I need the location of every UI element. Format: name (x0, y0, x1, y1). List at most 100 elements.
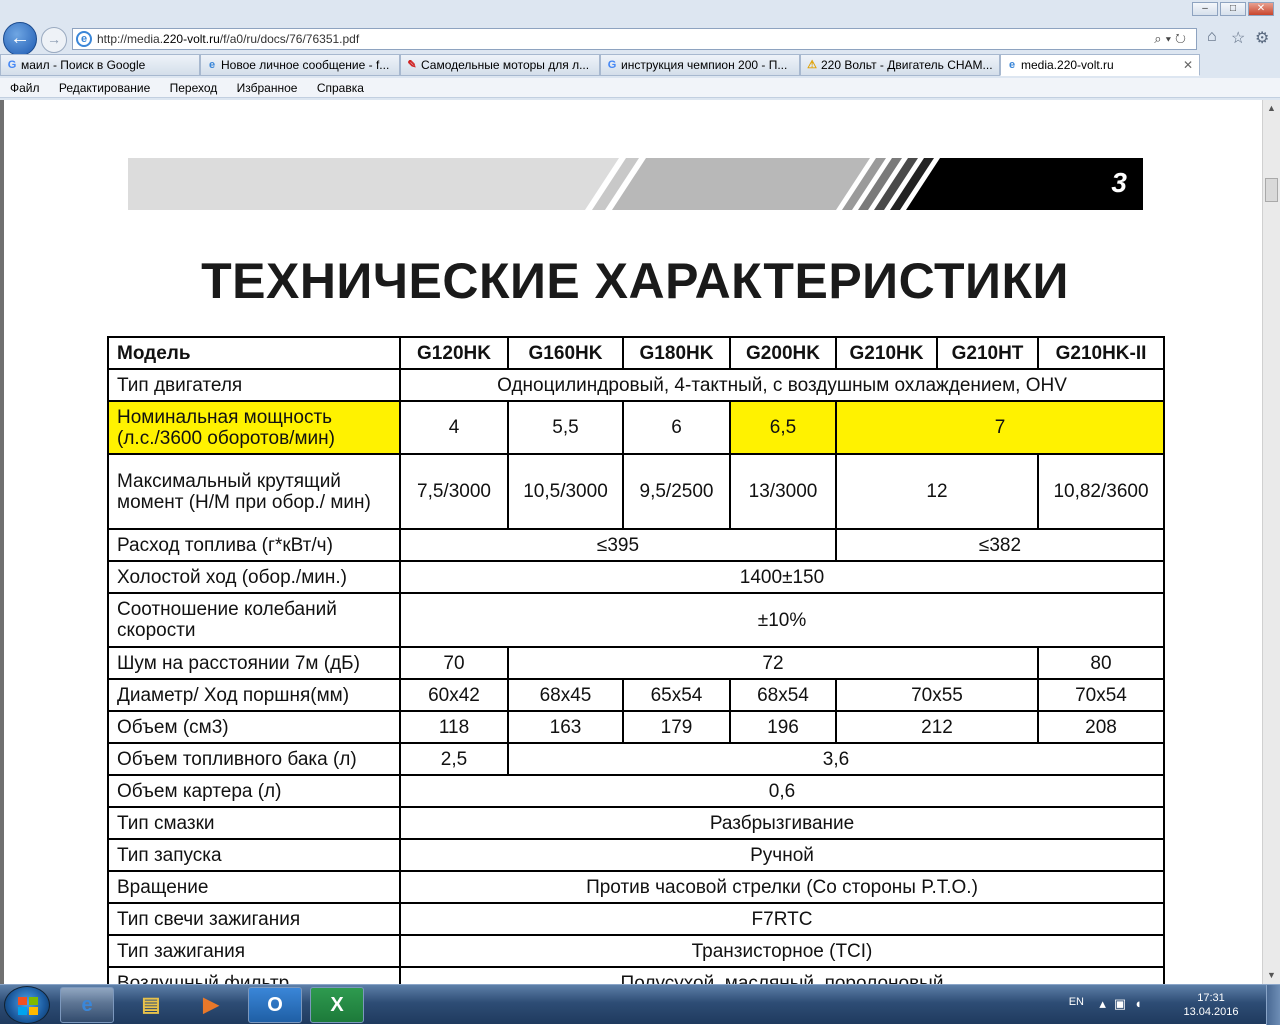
url-path: /f/a0/ru/docs/76/76351.pdf (219, 32, 360, 46)
scroll-thumb[interactable] (1265, 178, 1278, 202)
cell-value: 163 (507, 710, 624, 744)
cell-value: 9,5/2500 (622, 453, 731, 530)
forward-button[interactable]: → (41, 27, 67, 53)
table-header-row: Модель G120HK G160HK G180HK G200HK G210H… (107, 336, 1165, 370)
row-label: Тип смазки (107, 806, 401, 840)
refresh-icon[interactable]: ↻ (1175, 31, 1190, 46)
cell-value: 10,82/3600 (1037, 453, 1165, 530)
tab-homemade-motors[interactable]: ✎ Самодельные моторы для л... (400, 54, 600, 76)
close-tab-icon[interactable]: ✕ (1183, 55, 1193, 75)
ie-page-icon: e (1008, 59, 1016, 71)
table-row: Максимальный крутящий момент (Н/М при об… (107, 453, 1165, 530)
header-model-label: Модель (107, 336, 401, 370)
maximize-button[interactable]: □ (1220, 2, 1246, 16)
cell-value: F7RTC (399, 902, 1165, 936)
row-label: Тип зажигания (107, 934, 401, 968)
settings-gear-icon[interactable]: ⚙ (1255, 28, 1269, 48)
cell-value: Разбрызгивание (399, 806, 1165, 840)
home-icon[interactable]: ⌂ (1207, 28, 1217, 46)
start-button[interactable] (4, 986, 50, 1024)
row-label: Воздушный фильтр (107, 966, 401, 984)
cell-value: 6 (622, 400, 731, 455)
row-label: Диаметр/ Ход поршня(мм) (107, 678, 401, 712)
browser-chrome: – □ ✕ ← → e http://media.220-volt.ru/f/a… (0, 0, 1280, 100)
cell-value: 12 (835, 453, 1039, 530)
close-window-button[interactable]: ✕ (1248, 2, 1274, 16)
favorites-star-icon[interactable]: ☆ (1231, 28, 1245, 48)
taskbar-explorer-button[interactable]: ▤ (124, 987, 178, 1023)
tab-new-message[interactable]: e Новое личное сообщение - f... (200, 54, 400, 76)
tray-expand-icon[interactable]: ▴ (1099, 996, 1114, 1011)
cell-value: 212 (835, 710, 1039, 744)
row-label: Тип запуска (107, 838, 401, 872)
windows-logo-icon (18, 997, 38, 1015)
menu-view[interactable]: Переход (170, 78, 218, 98)
folder-icon: ▤ (141, 994, 161, 1016)
table-row: Холостой ход (обор./мин.) 1400±150 (107, 560, 1165, 594)
back-button[interactable]: ← (3, 22, 37, 56)
window-controls: – □ ✕ (1192, 2, 1274, 16)
language-indicator[interactable]: EN (1069, 996, 1084, 1008)
clock[interactable]: 17:31 13.04.2016 (1176, 991, 1246, 1019)
media-player-icon: ▶ (203, 994, 219, 1016)
address-bar[interactable]: e http://media.220-volt.ru/f/a0/ru/docs/… (72, 28, 1197, 50)
vertical-scrollbar[interactable]: ▲ ▼ (1262, 100, 1280, 984)
search-icon[interactable]: ⌕ (1154, 31, 1165, 46)
table-row: Объем картера (л) 0,6 (107, 774, 1165, 808)
tab-instruction-search[interactable]: Gинструкция чемпион 200 - П... (600, 54, 800, 76)
menu-help[interactable]: Справка (317, 78, 364, 98)
cell-value: Транзисторное (TCI) (399, 934, 1165, 968)
cell-value: 5,5 (507, 400, 624, 455)
minimize-button[interactable]: – (1192, 2, 1218, 16)
scroll-down-icon[interactable]: ▼ (1263, 967, 1280, 984)
menu-favorites[interactable]: Избранное (237, 78, 298, 98)
dropdown-icon[interactable]: ▾ (1166, 31, 1175, 46)
spec-table: Модель G120HK G160HK G180HK G200HK G210H… (107, 336, 1165, 984)
google-icon: G (7, 59, 17, 71)
row-label: Расход топлива (г*кВт/ч) (107, 528, 401, 562)
taskbar-media-player-button[interactable]: ▶ (184, 987, 238, 1023)
row-label: Объем картера (л) (107, 774, 401, 808)
tab-strip: Gмаил - Поиск в Google e Новое личное соо… (0, 54, 1280, 76)
tab-label: Новое личное сообщение - f... (221, 58, 390, 72)
row-label: Объем топливного бака (л) (107, 742, 401, 776)
tab-media-220volt[interactable]: e media.220-volt.ru ✕ (1000, 54, 1200, 76)
show-desktop-button[interactable] (1266, 985, 1280, 1025)
tab-label: маил - Поиск в Google (21, 58, 146, 72)
taskbar-ie-button[interactable]: e (60, 987, 114, 1023)
warning-icon: ⚠ (807, 59, 817, 71)
google-icon: G (607, 59, 617, 71)
tab-220volt-engine[interactable]: ⚠ 220 Вольт - Двигатель CHAM... (800, 54, 1000, 76)
table-row: Номинальная мощность (л.с./3600 оборотов… (107, 400, 1165, 455)
cell-value: 7,5/3000 (399, 453, 509, 530)
cell-value: 70 (399, 646, 509, 680)
menu-edit[interactable]: Редактирование (59, 78, 150, 98)
taskbar-outlook-button[interactable]: O (248, 987, 302, 1023)
tab-google-search[interactable]: Gмаил - Поиск в Google (0, 54, 200, 76)
address-url[interactable]: http://media.220-volt.ru/f/a0/ru/docs/76… (97, 32, 359, 46)
row-label: Шум на расстоянии 7м (дБ) (107, 646, 401, 680)
table-row: Вращение Против часовой стрелки (Со стор… (107, 870, 1165, 904)
header-model: G180HK (622, 336, 731, 370)
site-favicon-icon: ✎ (407, 59, 417, 71)
table-row: Объем топливного бака (л) 2,5 3,6 (107, 742, 1165, 776)
header-model: G120HK (399, 336, 509, 370)
cell-value: 179 (622, 710, 731, 744)
cell-value: 7 (835, 400, 1165, 455)
cell-value: Ручной (399, 838, 1165, 872)
taskbar-excel-button[interactable]: X (310, 987, 364, 1023)
clock-time: 17:31 (1197, 992, 1225, 1004)
menu-file[interactable]: Файл (10, 78, 40, 98)
table-row: Расход топлива (г*кВт/ч) ≤395 ≤382 (107, 528, 1165, 562)
cell-value: 2,5 (399, 742, 509, 776)
table-row: Объем (см3) 118 163 179 196 212 208 (107, 710, 1165, 744)
scroll-up-icon[interactable]: ▲ (1263, 100, 1280, 117)
cell-value: Против часовой стрелки (Со стороны P.T.O… (399, 870, 1165, 904)
cell-value: 10,5/3000 (507, 453, 624, 530)
pdf-viewport[interactable]: 3 ТЕХНИЧЕСКИЕ ХАРАКТЕРИСТИКИ Модель G120… (0, 100, 1262, 984)
table-row: Соотношение колебаний скорости ±10% (107, 592, 1165, 648)
row-label: Максимальный крутящий момент (Н/М при об… (107, 453, 401, 530)
table-row: Тип свечи зажигания F7RTC (107, 902, 1165, 936)
volume-icon[interactable]: ◖ (1134, 996, 1150, 1011)
network-icon[interactable]: ▣ (1114, 996, 1134, 1011)
